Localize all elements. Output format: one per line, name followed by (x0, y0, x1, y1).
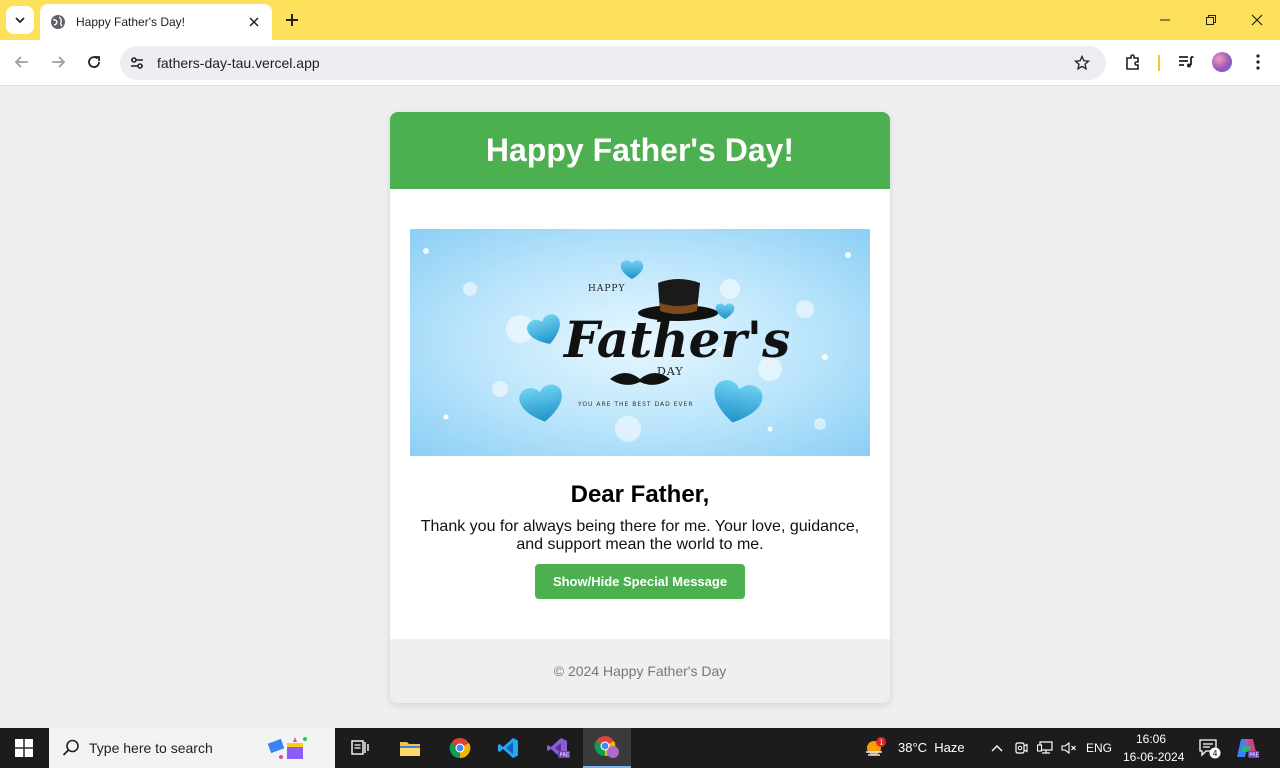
globe-icon (51, 15, 65, 29)
arrow-right-icon (52, 56, 66, 68)
close-icon (1251, 14, 1263, 26)
toggle-special-message-button[interactable]: Show/Hide Special Message (535, 564, 745, 599)
svg-text:Father's: Father's (562, 310, 790, 369)
greeting-message: Thank you for always being there for me.… (420, 518, 860, 553)
windows-taskbar: Type here to search PRE 1 38°C Haze ENG … (0, 728, 1280, 768)
visual-studio-icon: PRE (547, 738, 570, 759)
taskbar-chrome[interactable] (436, 728, 484, 768)
new-tab-button[interactable] (280, 8, 304, 32)
chevron-up-icon (991, 745, 1003, 752)
svg-text:1: 1 (879, 739, 883, 747)
svg-text:PRE: PRE (1249, 752, 1259, 758)
tab-close-button[interactable] (246, 14, 262, 30)
forward-button[interactable] (44, 48, 72, 76)
bookmark-button[interactable] (1068, 49, 1096, 77)
restore-button[interactable] (1199, 8, 1223, 32)
close-icon (249, 17, 259, 27)
network-button[interactable] (1034, 728, 1056, 768)
chevron-down-icon (15, 17, 25, 24)
task-view-icon (351, 740, 369, 755)
svg-text:4: 4 (1213, 749, 1218, 758)
plus-icon (286, 14, 298, 26)
card-header: Happy Father's Day! (390, 112, 890, 189)
site-info-button[interactable] (126, 52, 148, 74)
folder-icon (400, 742, 420, 756)
weather-haze-icon: 1 (866, 737, 886, 756)
notifications-button[interactable]: 4 (1194, 728, 1224, 768)
copilot-icon: PRE (1237, 739, 1259, 758)
url-text: fathers-day-tau.vercel.app (157, 55, 320, 71)
svg-text:PRE: PRE (560, 753, 570, 759)
show-hidden-icons-button[interactable] (986, 728, 1008, 768)
svg-text:HAPPY: HAPPY (588, 284, 625, 294)
volume-muted-icon (1061, 741, 1076, 755)
tab-title: Happy Father's Day! (76, 15, 186, 29)
close-window-button[interactable] (1245, 8, 1269, 32)
media-controls-button[interactable] (1172, 48, 1200, 76)
footer-copyright: © 2024 Happy Father's Day (553, 663, 727, 679)
toolbar-divider (1158, 55, 1160, 71)
taskbar-file-explorer[interactable] (386, 728, 434, 768)
puzzle-icon (1126, 54, 1139, 70)
restore-icon (1206, 15, 1216, 25)
search-placeholder: Type here to search (89, 740, 213, 756)
weather-widget[interactable]: 1 (860, 728, 892, 768)
tune-icon (131, 57, 143, 69)
tab-search-button[interactable] (6, 6, 34, 34)
chrome-profile-icon (594, 736, 619, 758)
queue-music-icon (1179, 56, 1194, 68)
vscode-icon (498, 738, 518, 758)
notification-icon: 4 (1199, 739, 1221, 759)
chrome-icon (449, 738, 471, 759)
minimize-icon (1160, 19, 1170, 21)
address-bar[interactable]: fathers-day-tau.vercel.app (120, 46, 1106, 80)
search-icon (62, 739, 79, 756)
more-vert-icon (1256, 54, 1260, 70)
arrow-left-icon (14, 56, 28, 68)
windows-logo-icon (15, 739, 33, 757)
reload-icon (88, 56, 100, 68)
svg-text:YOU ARE THE BEST DAD EVER: YOU ARE THE BEST DAD EVER (577, 401, 694, 408)
volume-button[interactable] (1058, 728, 1080, 768)
taskbar-search[interactable]: Type here to search (49, 728, 335, 768)
task-view-button[interactable] (336, 728, 384, 768)
greeting-heading: Dear Father, (570, 481, 710, 508)
network-icon (1037, 741, 1053, 754)
profile-button[interactable] (1208, 48, 1236, 76)
language-indicator[interactable]: ENG (1086, 741, 1112, 755)
taskbar-chrome-profile-active[interactable] (583, 728, 631, 768)
avatar (1212, 52, 1232, 72)
taskbar-vscode[interactable] (484, 728, 532, 768)
camera-icon (1015, 742, 1028, 754)
extensions-button[interactable] (1119, 48, 1147, 76)
start-button[interactable] (0, 728, 48, 768)
browser-tab[interactable]: Happy Father's Day! (40, 4, 272, 40)
back-button[interactable] (8, 48, 36, 76)
star-icon (1074, 55, 1090, 71)
copilot-button[interactable]: PRE (1232, 728, 1262, 768)
browser-tab-bar: Happy Father's Day! (0, 0, 1280, 40)
card-footer: © 2024 Happy Father's Day (390, 639, 890, 703)
meet-now-button[interactable] (1011, 728, 1031, 768)
browser-toolbar: fathers-day-tau.vercel.app (0, 40, 1280, 86)
search-highlight-icon (267, 737, 307, 759)
taskbar-visual-studio[interactable]: PRE (534, 728, 582, 768)
fathers-day-hero-image: HAPPY Father's DAY YOU ARE THE BEST DAD … (410, 229, 870, 456)
clock-date[interactable]: 16-06-2024 (1123, 750, 1184, 764)
clock-time[interactable]: 16:06 (1136, 732, 1166, 746)
minimize-button[interactable] (1153, 8, 1177, 32)
weather-text[interactable]: 38°C Haze (898, 740, 965, 755)
svg-text:DAY: DAY (657, 365, 684, 378)
page-title: Happy Father's Day! (485, 132, 795, 168)
greeting-card: Happy Father's Day! HAPPY Father's DAY Y… (390, 112, 890, 703)
reload-button[interactable] (80, 48, 108, 76)
chrome-menu-button[interactable] (1244, 48, 1272, 76)
